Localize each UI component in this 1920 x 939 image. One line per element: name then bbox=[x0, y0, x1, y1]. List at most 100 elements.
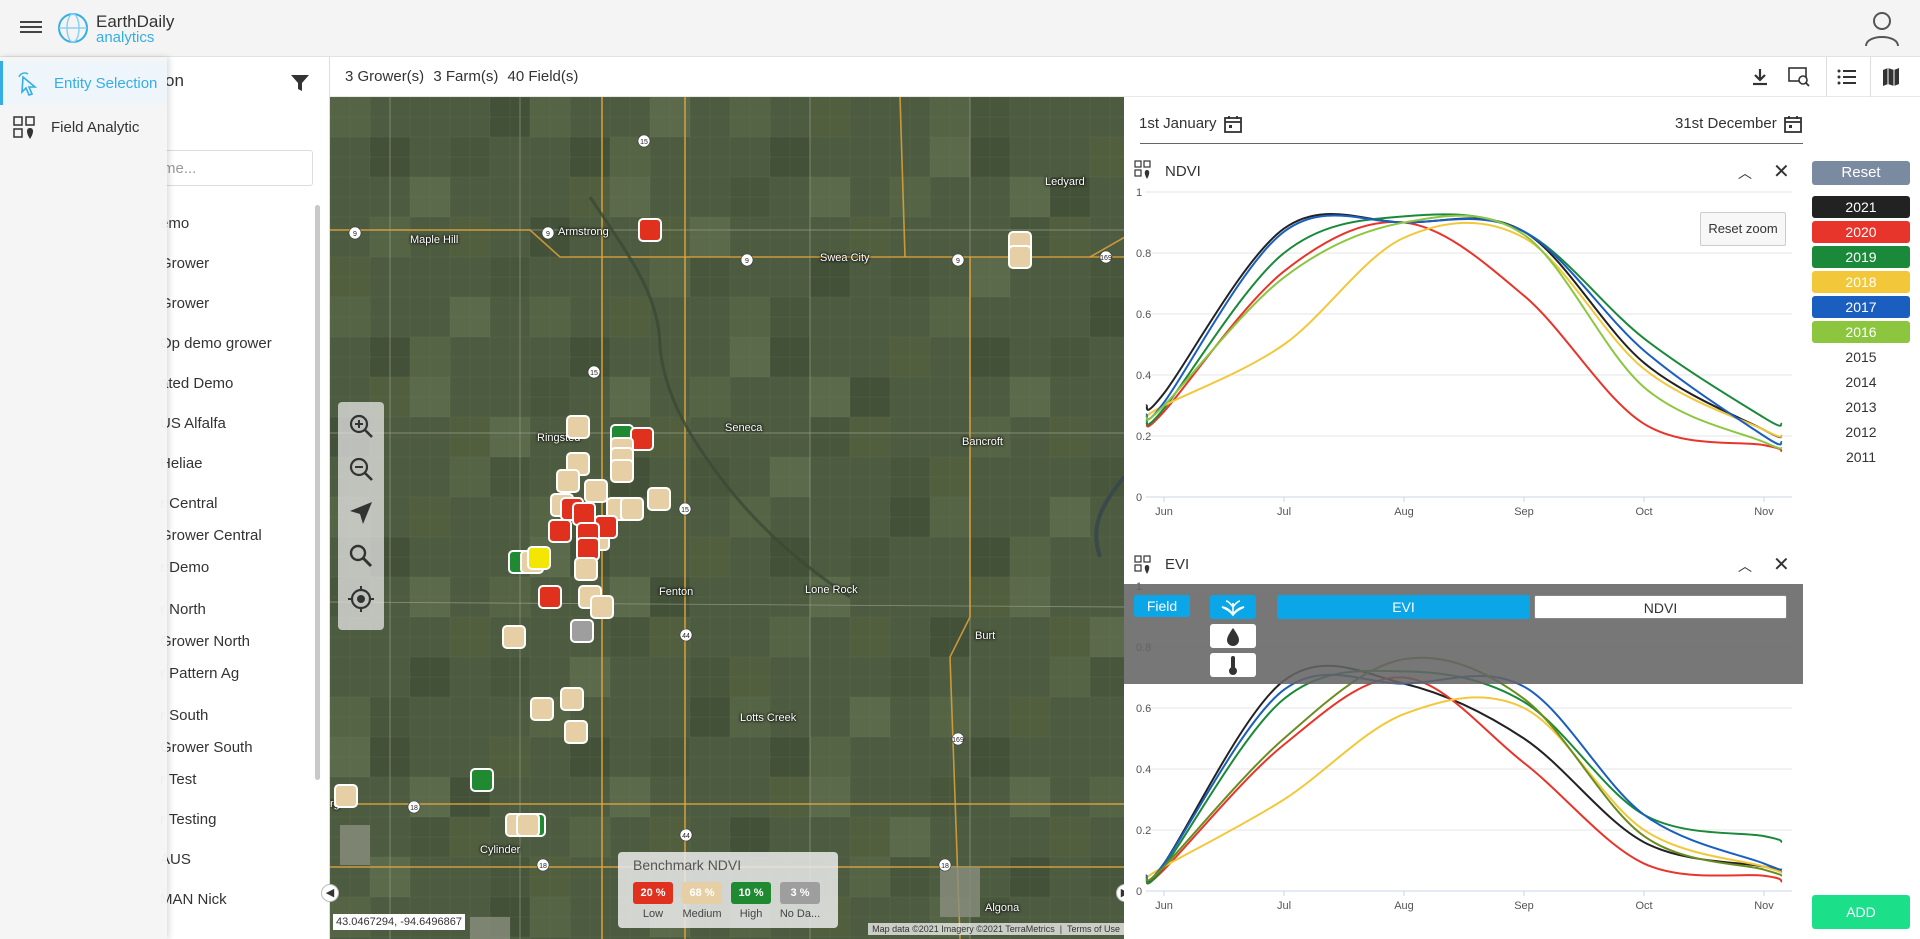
field-marker[interactable] bbox=[620, 497, 644, 521]
evi-toggle-button[interactable]: EVI bbox=[1277, 595, 1530, 619]
field-marker[interactable] bbox=[638, 218, 662, 242]
field-marker[interactable] bbox=[560, 687, 584, 711]
field-marker[interactable] bbox=[574, 557, 598, 581]
entity-list-item[interactable]: ated Demo bbox=[160, 375, 233, 392]
search-icon[interactable] bbox=[347, 542, 375, 570]
year-toggle-2015[interactable]: 2015 bbox=[1812, 346, 1910, 368]
field-marker[interactable] bbox=[566, 415, 590, 439]
field-marker[interactable] bbox=[570, 619, 594, 643]
year-toggle-2019[interactable]: 2019 bbox=[1812, 246, 1910, 268]
download-icon[interactable] bbox=[1746, 63, 1774, 91]
collapse-left-icon[interactable]: ◀ bbox=[321, 884, 339, 902]
series-line-2016[interactable] bbox=[1145, 214, 1783, 450]
end-calendar-icon[interactable] bbox=[1784, 115, 1802, 133]
legend-title: Benchmark NDVI bbox=[633, 857, 742, 873]
entity-list-item[interactable]: Grower South bbox=[160, 739, 253, 756]
add-button[interactable]: ADD bbox=[1812, 895, 1910, 929]
start-date[interactable]: 1st January bbox=[1139, 115, 1217, 132]
water-drop-icon[interactable] bbox=[1210, 624, 1256, 648]
series-line-2020[interactable] bbox=[1145, 221, 1783, 453]
close-icon[interactable]: ✕ bbox=[1773, 159, 1790, 184]
field-marker[interactable] bbox=[1008, 245, 1032, 269]
highway-shield-label: 169 bbox=[1100, 255, 1112, 262]
reset-zoom-button[interactable]: Reset zoom bbox=[1700, 212, 1786, 246]
entity-list-item[interactable]: r Pattern Ag bbox=[160, 665, 239, 682]
series-line-2019[interactable] bbox=[1145, 669, 1783, 885]
series-line-2018[interactable] bbox=[1145, 221, 1783, 438]
scrollbar[interactable] bbox=[315, 205, 320, 780]
year-toggle-2016[interactable]: 2016 bbox=[1812, 321, 1910, 343]
series-line-2018[interactable] bbox=[1145, 696, 1783, 880]
reset-years-button[interactable]: Reset bbox=[1812, 161, 1910, 185]
date-range-slider[interactable] bbox=[1140, 143, 1803, 144]
thermometer-icon[interactable] bbox=[1210, 653, 1256, 677]
nav-entity-selection-label: Entity Selection bbox=[54, 75, 158, 92]
field-marker[interactable] bbox=[564, 720, 588, 744]
map-view-icon[interactable] bbox=[1870, 57, 1910, 97]
app-logo[interactable]: EarthDaily analytics bbox=[56, 7, 176, 49]
year-toggle-2013[interactable]: 2013 bbox=[1812, 396, 1910, 418]
locate-me-icon[interactable] bbox=[347, 585, 375, 613]
entity-list-item[interactable]: r Demo bbox=[160, 559, 209, 576]
field-marker[interactable] bbox=[527, 546, 551, 570]
town-label: Lone Rock bbox=[805, 584, 858, 596]
collapse-chevron-icon[interactable]: ︿ bbox=[1738, 556, 1752, 576]
entity-list-item[interactable]: Grower North bbox=[160, 633, 250, 650]
field-marker[interactable] bbox=[610, 459, 634, 483]
y-tick-label: 0.6 bbox=[1136, 703, 1151, 715]
year-toggle-2017[interactable]: 2017 bbox=[1812, 296, 1910, 318]
entity-list-item[interactable]: r Testing bbox=[160, 811, 216, 828]
user-account-icon[interactable] bbox=[1862, 8, 1902, 48]
entity-list-item[interactable]: MAN Nick bbox=[160, 891, 227, 908]
field-marker[interactable] bbox=[530, 697, 554, 721]
year-toggle-2014[interactable]: 2014 bbox=[1812, 371, 1910, 393]
entity-list-item[interactable]: Grower bbox=[160, 255, 209, 272]
field-toggle-button[interactable]: Field bbox=[1134, 595, 1190, 617]
terms-of-use-link[interactable]: Terms of Use bbox=[1067, 924, 1120, 934]
field-marker[interactable] bbox=[647, 487, 671, 511]
year-toggle-2021[interactable]: 2021 bbox=[1812, 196, 1910, 218]
hamburger-menu-icon[interactable] bbox=[20, 18, 42, 38]
monitor-search-icon[interactable] bbox=[1785, 63, 1813, 91]
navigation-arrow-icon[interactable] bbox=[347, 499, 375, 527]
entity-list-item[interactable]: Op demo grower bbox=[160, 335, 272, 352]
field-marker[interactable] bbox=[584, 479, 608, 503]
entity-list-item[interactable]: Grower bbox=[160, 295, 209, 312]
town-area bbox=[340, 825, 370, 865]
field-marker[interactable] bbox=[590, 595, 614, 619]
year-toggle-2011[interactable]: 2011 bbox=[1812, 446, 1910, 468]
zoom-out-icon[interactable] bbox=[347, 455, 375, 483]
end-date[interactable]: 31st December bbox=[1675, 115, 1777, 132]
start-calendar-icon[interactable] bbox=[1224, 115, 1242, 133]
nav-field-analytic[interactable]: Field Analytic bbox=[0, 105, 167, 149]
zoom-in-icon[interactable] bbox=[347, 412, 375, 440]
field-marker[interactable] bbox=[470, 768, 494, 792]
entity-list-item[interactable]: r South bbox=[160, 707, 208, 724]
year-toggle-2020[interactable]: 2020 bbox=[1812, 221, 1910, 243]
field-marker[interactable] bbox=[502, 625, 526, 649]
top-bar: EarthDaily analytics bbox=[0, 0, 1920, 57]
list-view-icon[interactable] bbox=[1826, 57, 1866, 97]
highway-shield-label: 44 bbox=[682, 833, 690, 840]
series-line-2019[interactable] bbox=[1145, 213, 1783, 427]
field-marker[interactable] bbox=[516, 813, 540, 837]
field-marker[interactable] bbox=[538, 585, 562, 609]
entity-list-item[interactable]: r Central bbox=[160, 495, 218, 512]
year-toggle-2018[interactable]: 2018 bbox=[1812, 271, 1910, 293]
filter-icon[interactable] bbox=[290, 73, 310, 93]
year-toggle-2012[interactable]: 2012 bbox=[1812, 421, 1910, 443]
plant-icon[interactable] bbox=[1210, 595, 1256, 619]
map-canvas[interactable]: 15 9 9 9 9 169 15 15 44 169 18 18 44 18 bbox=[330, 97, 1124, 939]
y-tick-label: 0.4 bbox=[1136, 370, 1151, 382]
ndvi-toggle-button[interactable]: NDVI bbox=[1534, 595, 1787, 619]
close-icon[interactable]: ✕ bbox=[1773, 552, 1790, 577]
entity-list-item[interactable]: Grower Central bbox=[160, 527, 262, 544]
satellite-map[interactable]: 15999916915154416918184418 DolliverMaple… bbox=[330, 97, 1124, 939]
collapse-chevron-icon[interactable]: ︿ bbox=[1738, 163, 1752, 183]
field-marker[interactable] bbox=[334, 784, 358, 808]
entity-list-item[interactable]: US Alfalfa bbox=[160, 415, 226, 432]
nav-entity-selection[interactable]: Entity Selection bbox=[0, 61, 167, 105]
field-marker[interactable] bbox=[556, 469, 580, 493]
series-line-2017[interactable] bbox=[1145, 214, 1783, 446]
field-marker[interactable] bbox=[548, 519, 572, 543]
